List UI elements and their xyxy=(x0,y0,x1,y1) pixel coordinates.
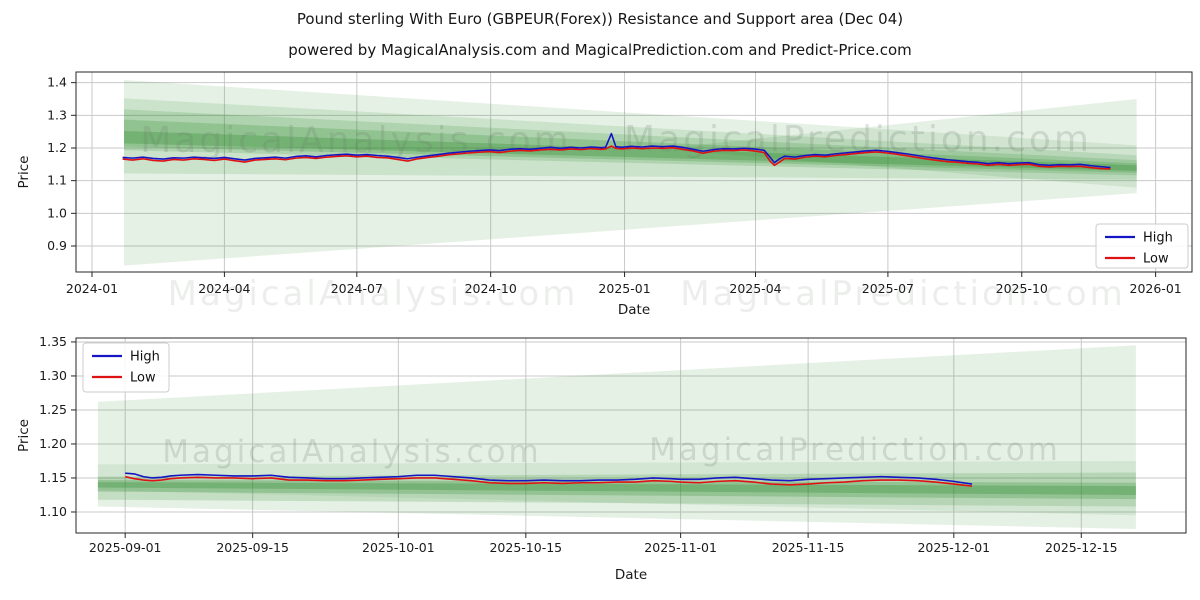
x-tick-label: 2025-10-01 xyxy=(362,540,435,555)
y-tick-label: 1.20 xyxy=(39,436,67,451)
y-tick-label: 1.35 xyxy=(39,334,67,349)
x-tick-label: 2025-12-15 xyxy=(1045,540,1118,555)
y-tick-label: 0.9 xyxy=(47,238,67,253)
y-tick-label: 1.10 xyxy=(39,504,67,519)
x-tick-label: 2024-01 xyxy=(66,281,118,296)
y-tick-label: 1.0 xyxy=(47,205,67,220)
x-tick-label: 2025-09-15 xyxy=(216,540,289,555)
detail-xlabel: Date xyxy=(615,567,647,583)
y-tick-label: 1.1 xyxy=(47,173,67,188)
x-tick-label: 2025-12-01 xyxy=(917,540,990,555)
detail-ylabel: Price xyxy=(16,419,32,452)
y-tick-label: 1.3 xyxy=(47,107,67,122)
overview-xlabel: Date xyxy=(618,302,650,318)
y-tick-label: 1.30 xyxy=(39,368,67,383)
x-tick-label: 2025-11-15 xyxy=(772,540,845,555)
chart-title: Pound sterling With Euro (GBPEUR(Forex))… xyxy=(0,10,1200,28)
legend-box xyxy=(1096,224,1188,268)
x-tick-label: 2026-01 xyxy=(1130,281,1182,296)
chart-subtitle: powered by MagicalAnalysis.com and Magic… xyxy=(0,41,1200,59)
watermark-analysis: MagicalAnalysis.com xyxy=(162,434,541,470)
detail-chart: MagicalAnalysis.com MagicalPrediction.com… xyxy=(16,334,1186,583)
watermark-prediction: MagicalPrediction.com xyxy=(680,274,1126,314)
overview-legend: High Low xyxy=(1096,224,1188,268)
x-tick-label: 2025-10-15 xyxy=(489,540,562,555)
legend-label-high: High xyxy=(130,350,160,365)
legend-label-low: Low xyxy=(1143,252,1169,267)
figure-canvas: Pound sterling With Euro (GBPEUR(Forex))… xyxy=(0,0,1200,600)
y-tick-label: 1.4 xyxy=(47,75,67,90)
charts-svg: MagicalAnalysis.com MagicalPrediction.com… xyxy=(0,0,1200,600)
x-tick-label: 2025-09-01 xyxy=(89,540,162,555)
y-tick-label: 1.15 xyxy=(39,470,67,485)
x-tick-label: 2025-01 xyxy=(598,281,650,296)
x-tick-label: 2025-11-01 xyxy=(644,540,717,555)
y-tick-label: 1.2 xyxy=(47,140,67,155)
legend-label-low: Low xyxy=(130,371,156,386)
overview-bands xyxy=(124,80,1137,266)
detail-legend: High Low xyxy=(83,343,169,392)
overview-ylabel: Price xyxy=(16,156,32,189)
watermark-analysis: MagicalAnalysis.com xyxy=(168,274,579,314)
y-tick-label: 1.25 xyxy=(39,402,67,417)
watermark-prediction: MagicalPrediction.com xyxy=(649,432,1061,468)
legend-label-high: High xyxy=(1143,231,1173,246)
